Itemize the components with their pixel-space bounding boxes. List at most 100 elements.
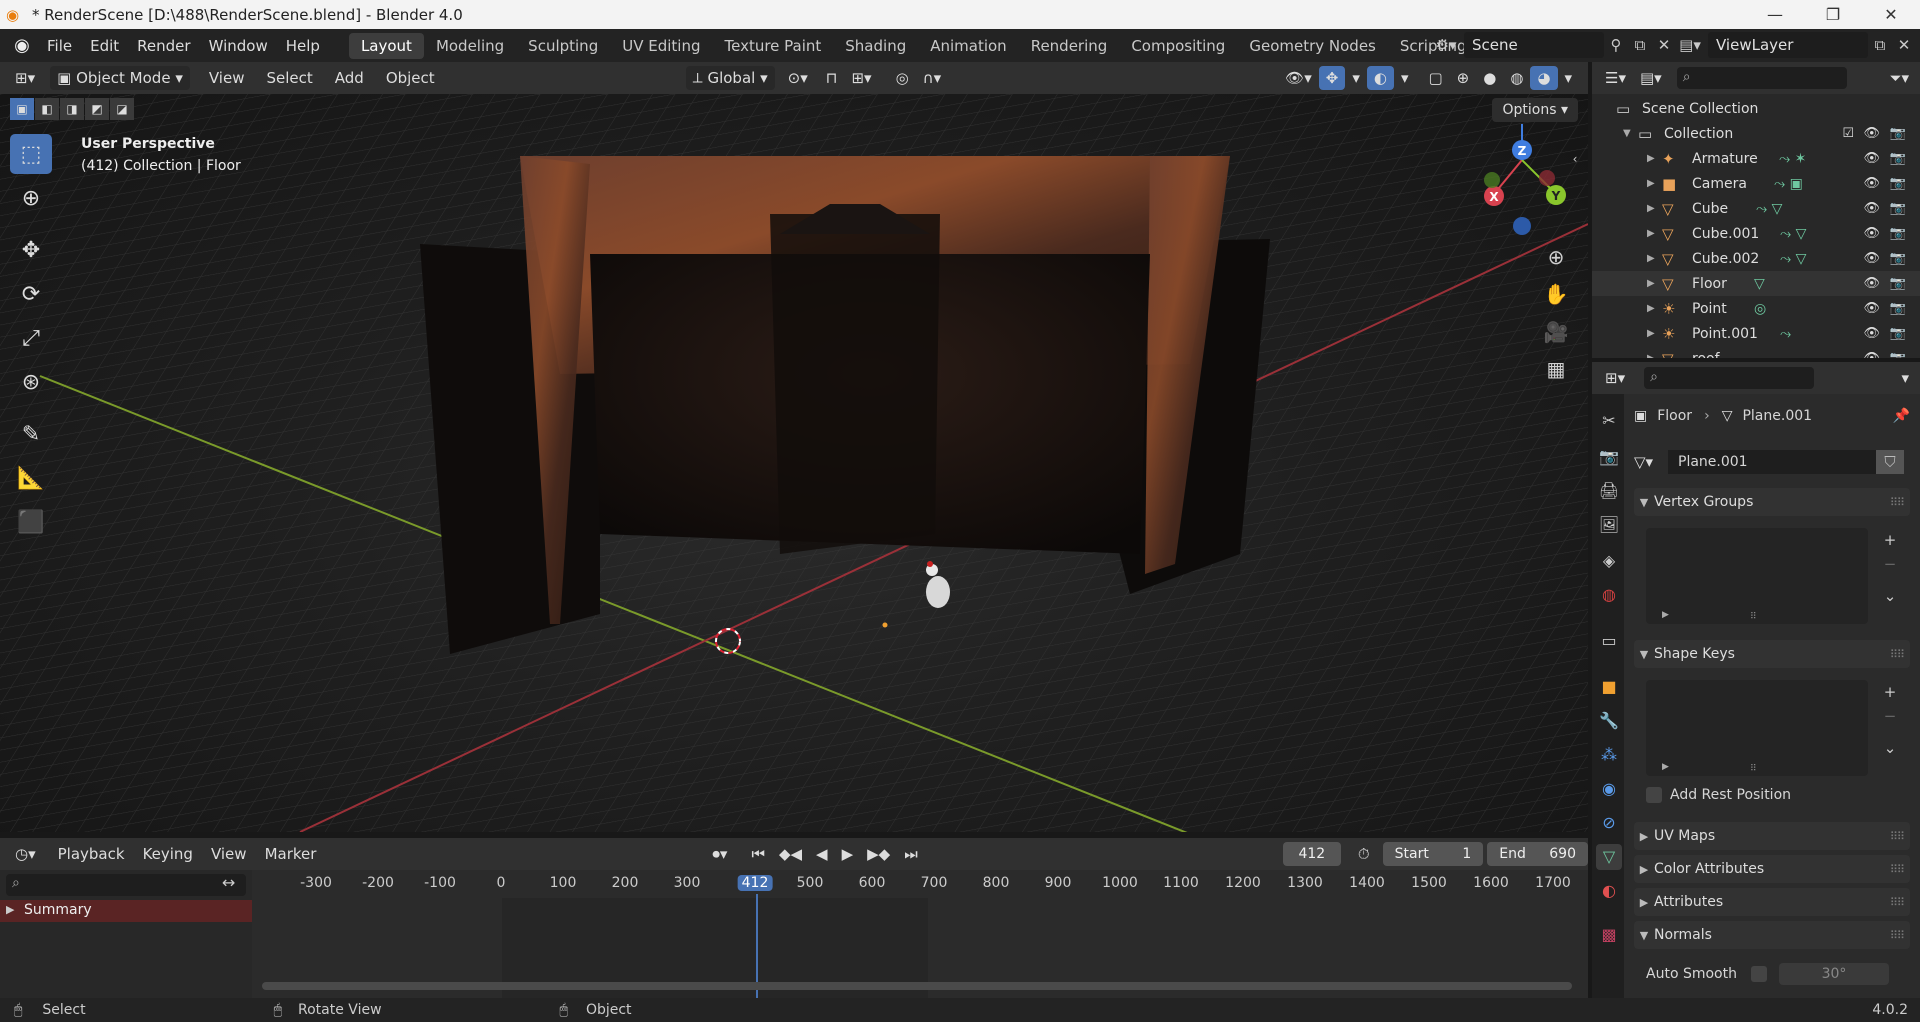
outliner-editor-type-icon[interactable]: ☰▾ xyxy=(1598,66,1633,90)
select-extend-icon[interactable]: ◧ xyxy=(35,98,59,120)
expand-icon[interactable]: ▶ xyxy=(1647,253,1655,264)
maximize-button[interactable]: ❐ xyxy=(1804,5,1862,24)
panel-grip-icon[interactable]: ⠿⠿ xyxy=(1890,496,1905,509)
particles-tab-icon[interactable]: ⁂ xyxy=(1596,742,1622,768)
list-resize-grip-icon[interactable]: ⠿ xyxy=(1750,764,1757,774)
add-shape-key-button[interactable]: + xyxy=(1876,680,1904,704)
visibility-icon[interactable]: 👁▾ xyxy=(1278,66,1319,90)
add-vertex-group-button[interactable]: + xyxy=(1876,528,1904,552)
vertex-group-specials-button[interactable]: ⌄ xyxy=(1876,584,1904,608)
visibility-eye-icon[interactable]: 👁 xyxy=(1863,176,1880,191)
select-box-mode-icon[interactable]: ▣ xyxy=(10,98,34,120)
modifier-tab-icon[interactable]: 🔧 xyxy=(1596,708,1622,734)
outliner-item-cube[interactable]: ▶ ▽ Cube ⤳ ▽ 👁 📷 xyxy=(1592,196,1920,221)
current-frame-indicator[interactable]: 412 xyxy=(737,875,773,891)
outliner-item-armature[interactable]: ▶ ✦ Armature ⤳ ✶ 👁 📷 xyxy=(1592,146,1920,171)
pin-icon[interactable]: ⚲ xyxy=(1604,36,1628,54)
menu-keying[interactable]: Keying ▾ xyxy=(136,842,200,887)
new-view-layer-icon[interactable]: ⧉ xyxy=(1868,36,1892,54)
render-camera-icon[interactable]: 📷 xyxy=(1890,301,1906,316)
outliner-item-point[interactable]: ▶ ☀ Point ◎ 👁 📷 xyxy=(1592,296,1920,321)
render-camera-icon[interactable]: 📷 xyxy=(1890,151,1906,166)
new-scene-icon[interactable]: ⧉ xyxy=(1628,36,1652,54)
expand-icon[interactable]: ▶ xyxy=(1647,153,1655,164)
render-camera-icon[interactable]: 📷 xyxy=(1890,351,1906,358)
view-layer-selector-icon[interactable]: ▤▾ xyxy=(1672,36,1708,54)
object-tab-icon[interactable]: ■ xyxy=(1596,674,1622,700)
tab-animation[interactable]: Animation xyxy=(918,33,1018,59)
shape-keys-list[interactable]: ▶ ⠿ xyxy=(1646,680,1868,776)
timeline-editor-type-icon[interactable]: ◷▾ xyxy=(8,842,43,866)
mesh-browse-icon[interactable]: ▽▾ xyxy=(1634,453,1668,471)
shape-keys-panel-header[interactable]: ▼ Shape Keys ⠿⠿ xyxy=(1634,640,1910,668)
xray-toggle-icon[interactable]: ▢ xyxy=(1421,66,1449,90)
menu-object[interactable]: Object xyxy=(379,66,442,90)
display-mode-icon[interactable]: ▤▾ xyxy=(1633,66,1669,90)
summary-channel[interactable]: ▶ Summary xyxy=(0,900,252,922)
menu-timeline-view[interactable]: View xyxy=(204,842,254,866)
collection-expand-icon[interactable]: ▼ xyxy=(1623,128,1631,139)
expand-icon[interactable]: ▶ xyxy=(1647,353,1655,358)
uv-maps-panel-header[interactable]: ▶ UV Maps ⠿⠿ xyxy=(1634,822,1910,850)
expand-icon[interactable]: ▶ xyxy=(1647,328,1655,339)
shading-dropdown-icon[interactable]: ▾ xyxy=(1558,66,1580,90)
visibility-eye-icon[interactable]: 👁 xyxy=(1863,251,1880,266)
outliner-item-point-001[interactable]: ▶ ☀ Point.001 ⤳ 👁 📷 xyxy=(1592,321,1920,346)
panel-grip-icon[interactable]: ⠿⠿ xyxy=(1890,863,1905,876)
sidebar-toggle-icon[interactable]: ‹ xyxy=(1567,144,1583,174)
options-dropdown[interactable]: Options ▾ xyxy=(1492,98,1578,122)
render-camera-icon[interactable]: 📷 xyxy=(1890,326,1906,341)
shape-key-specials-button[interactable]: ⌄ xyxy=(1876,736,1904,760)
start-frame-field[interactable]: Start 1 xyxy=(1382,842,1484,866)
constraints-tab-icon[interactable]: ⊘ xyxy=(1596,810,1622,836)
rotate-tool-icon[interactable]: ⟳ xyxy=(10,274,52,314)
render-camera-icon[interactable]: 📷 xyxy=(1890,126,1906,141)
list-expand-icon[interactable]: ▶ xyxy=(1662,762,1669,772)
menu-edit[interactable]: Edit xyxy=(81,37,128,55)
panel-grip-icon[interactable]: ⠿⠿ xyxy=(1890,648,1905,661)
menu-playback[interactable]: Playback ▾ xyxy=(51,842,132,887)
tab-rendering[interactable]: Rendering xyxy=(1019,33,1120,59)
transform-tool-icon[interactable]: ⊛ xyxy=(10,362,52,402)
menu-file[interactable]: File xyxy=(38,37,81,55)
blender-menu-icon[interactable]: ◉ xyxy=(6,35,38,56)
auto-smooth-angle-field[interactable]: 30° xyxy=(1778,963,1889,985)
select-tool-icon[interactable]: ⬚ xyxy=(10,134,52,174)
gizmo-dropdown-icon[interactable]: ▾ xyxy=(1345,66,1367,90)
play-icon[interactable]: ▶ xyxy=(835,842,861,866)
snap-icon[interactable]: ⊓ xyxy=(819,66,845,90)
perspective-toggle-icon[interactable]: ▦ xyxy=(1541,354,1571,384)
view-layer-tab-icon[interactable]: 🖼 xyxy=(1596,512,1622,538)
render-camera-icon[interactable]: 📷 xyxy=(1890,226,1906,241)
outliner-item-camera[interactable]: ▶ ■ Camera ⤳ ▣ 👁 📷 xyxy=(1592,171,1920,196)
vertex-groups-list[interactable]: ▶ ⠿ xyxy=(1646,528,1868,624)
auto-smooth-checkbox[interactable] xyxy=(1750,966,1767,982)
annotate-tool-icon[interactable]: ✎ xyxy=(10,414,52,454)
measure-tool-icon[interactable]: 📐 xyxy=(10,458,52,498)
visibility-eye-icon[interactable]: 👁 xyxy=(1863,226,1880,241)
fake-user-shield-icon[interactable]: ⛉ xyxy=(1876,450,1904,474)
properties-options-icon[interactable]: ▾ xyxy=(1894,366,1916,390)
scene-selector-icon[interactable]: ⚙▾ xyxy=(1428,36,1464,54)
panel-grip-icon[interactable]: ⠿⠿ xyxy=(1890,896,1905,909)
outliner-item-cube-002[interactable]: ▶ ▽ Cube.002 ⤳ ▽ 👁 📷 xyxy=(1592,246,1920,271)
expand-icon[interactable]: ▶ xyxy=(1647,278,1655,289)
properties-search-input[interactable]: ⌕ xyxy=(1644,367,1815,389)
tab-shading[interactable]: Shading xyxy=(833,33,918,59)
camera-view-icon[interactable]: 🎥 xyxy=(1541,317,1571,347)
menu-view[interactable]: View xyxy=(202,66,252,90)
select-intersect-icon[interactable]: ◪ xyxy=(110,98,134,120)
list-resize-grip-icon[interactable]: ⠿ xyxy=(1750,612,1757,622)
vertex-groups-panel-header[interactable]: ▼ Vertex Groups ⠿⠿ xyxy=(1634,488,1910,516)
collection-row[interactable]: ▼ ▭ Collection ☑ 👁 📷 xyxy=(1592,121,1920,146)
outliner-item-roof[interactable]: ▶ ▽ roof 👁 📷 xyxy=(1592,346,1920,359)
jump-prev-keyframe-icon[interactable]: ◆◀ xyxy=(772,842,809,866)
select-invert-icon[interactable]: ◩ xyxy=(85,98,109,120)
preview-range-icon[interactable]: ⏱ xyxy=(1351,842,1377,866)
material-tab-icon[interactable]: ◐ xyxy=(1596,878,1622,904)
gizmo-toggle-icon[interactable]: ✥ xyxy=(1318,66,1346,90)
panel-grip-icon[interactable]: ⠿⠿ xyxy=(1890,830,1905,843)
tab-uv-editing[interactable]: UV Editing xyxy=(610,33,712,59)
transform-orientation-dropdown[interactable]: ⟂ Global ▾ xyxy=(685,66,775,90)
visibility-eye-icon[interactable]: 👁 xyxy=(1863,276,1880,291)
